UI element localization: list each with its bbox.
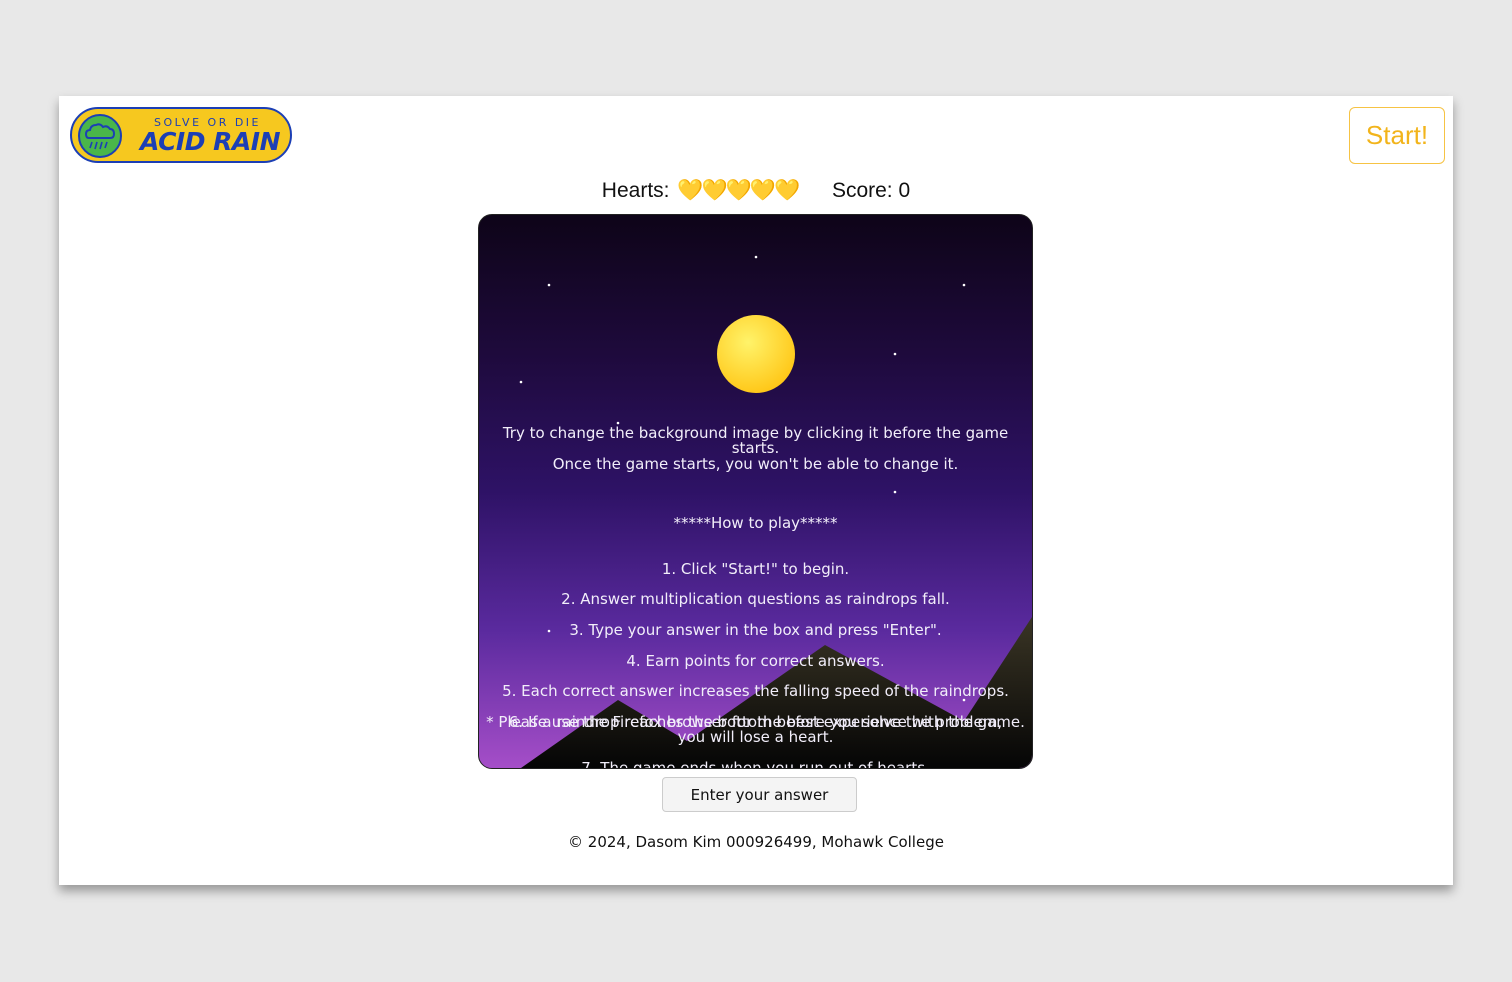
instruction-step: 4. Earn points for correct answers. <box>626 651 885 670</box>
moon <box>717 315 795 393</box>
background-hint: Try to change the background image by cl… <box>502 424 1009 473</box>
hearts-label: Hearts: <box>601 179 670 202</box>
acid-rain-logo: SOLVE OR DIE ACID RAIN <box>70 107 292 163</box>
answer-input[interactable] <box>662 777 857 812</box>
score-label: Score: <box>831 179 893 202</box>
yellow-heart-icon: 💛 <box>677 179 703 202</box>
how-to-play-title: *****How to play***** <box>673 514 838 533</box>
hearts-display: 💛💛💛💛💛 <box>677 179 800 202</box>
logo-badge <box>78 114 122 158</box>
instruction-step: 5. Each correct answer increases the fal… <box>502 682 1009 701</box>
yellow-heart-icon: 💛 <box>701 179 727 202</box>
score-display: Score: 0 <box>832 179 910 202</box>
game-page: SOLVE OR DIE ACID RAIN Start! Hearts: 💛💛… <box>59 96 1453 885</box>
logo-title: ACID RAIN <box>140 127 281 156</box>
status-bar: Hearts: 💛💛💛💛💛 Score: 0 <box>59 179 1453 203</box>
score-value: 0 <box>898 179 911 202</box>
footer-copyright: © 2024, Dasom Kim 000926499, Mohawk Coll… <box>568 833 944 851</box>
instruction-step: 2. Answer multiplication questions as ra… <box>561 590 950 609</box>
instruction-step: 3. Type your answer in the box and press… <box>569 621 942 640</box>
rain-cloud-icon <box>84 123 116 150</box>
instruction-step: 7. The game ends when you run out of hea… <box>581 758 930 769</box>
game-area[interactable]: Try to change the background image by cl… <box>478 214 1033 769</box>
yellow-heart-icon: 💛 <box>725 179 752 202</box>
yellow-heart-icon: 💛 <box>773 179 800 202</box>
instruction-step: 1. Click "Start!" to begin. <box>661 559 850 578</box>
start-button[interactable]: Start! <box>1349 107 1445 164</box>
yellow-heart-icon: 💛 <box>749 179 776 202</box>
browser-note: * Please use the Firefox browser for the… <box>486 713 1025 731</box>
